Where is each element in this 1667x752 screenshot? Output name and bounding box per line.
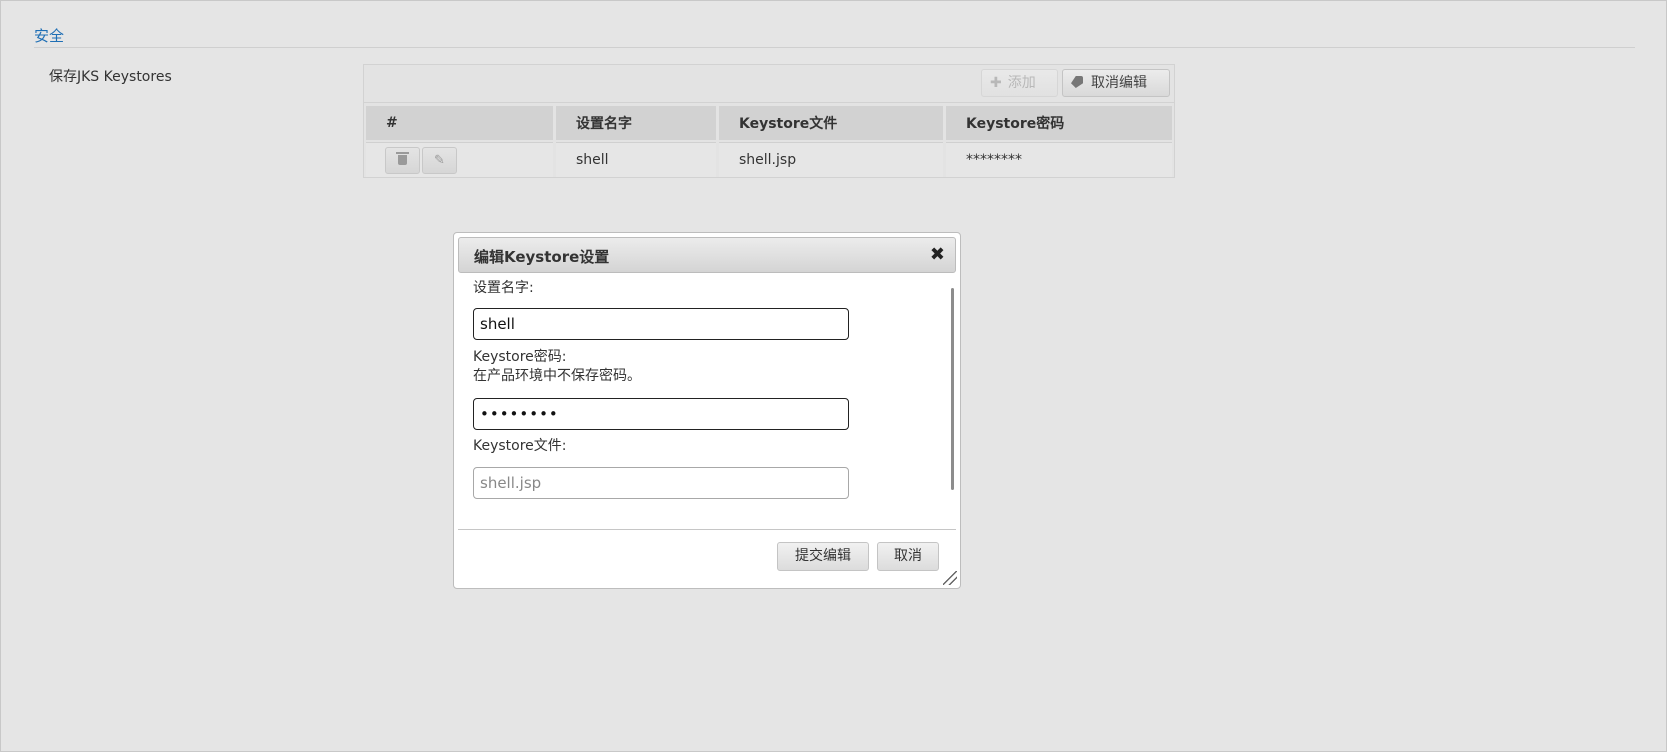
dialog-title: 编辑Keystore设置 <box>474 248 610 266</box>
submit-edit-button[interactable]: 提交编辑 <box>777 542 869 571</box>
table-toolbar: ✚ 添加 取消编辑 <box>364 65 1174 103</box>
password-input[interactable]: •••••••• <box>473 398 849 430</box>
pencil-icon: ✎ <box>434 152 445 168</box>
file-label: Keystore文件: <box>473 438 567 454</box>
keystores-label: 保存JKS Keystores <box>49 69 172 85</box>
trash-icon <box>396 152 409 165</box>
column-header-password[interactable]: Keystore密码 <box>946 106 1172 140</box>
name-label: 设置名字: <box>473 280 534 296</box>
dialog-footer: 提交编辑 取消 <box>458 529 956 585</box>
section-header: 安全 <box>34 26 1635 48</box>
section-title: 安全 <box>34 27 65 45</box>
cell-password: ******** <box>946 142 1172 177</box>
edit-keystore-dialog: 编辑Keystore设置 ✖ 设置名字: shell Keystore密码: 在… <box>453 232 961 589</box>
dialog-content: 设置名字: shell Keystore密码: 在产品环境中不保存密码。 •••… <box>454 275 960 523</box>
file-input[interactable]: shell.jsp <box>473 467 849 499</box>
add-button-label: 添加 <box>1007 75 1036 91</box>
cell-name: shell <box>556 142 716 177</box>
password-hint: 在产品环境中不保存密码。 <box>473 368 641 384</box>
column-header-index[interactable]: # <box>366 106 553 140</box>
column-header-name[interactable]: 设置名字 <box>556 106 716 140</box>
close-icon[interactable]: ✖ <box>930 244 945 266</box>
keystores-table: ✚ 添加 取消编辑 # 设置名字 Keystore文件 Keystore密码 ✎ … <box>363 64 1175 178</box>
dialog-titlebar[interactable]: 编辑Keystore设置 ✖ <box>458 237 956 273</box>
edit-row-button[interactable]: ✎ <box>422 146 457 174</box>
resize-grip-icon[interactable] <box>943 571 957 585</box>
cancel-button[interactable]: 取消 <box>877 542 939 571</box>
password-label: Keystore密码: <box>473 349 567 365</box>
plus-icon: ✚ <box>990 75 1002 91</box>
cancel-edit-button-label: 取消编辑 <box>1091 75 1147 91</box>
add-button[interactable]: ✚ 添加 <box>981 69 1058 97</box>
name-input[interactable]: shell <box>473 308 849 340</box>
column-header-file[interactable]: Keystore文件 <box>719 106 943 140</box>
cell-file: shell.jsp <box>719 142 943 177</box>
tag-icon <box>1071 76 1083 88</box>
cancel-edit-button[interactable]: 取消编辑 <box>1062 69 1170 97</box>
dialog-scrollbar[interactable] <box>951 288 954 490</box>
row-actions: ✎ <box>366 142 553 177</box>
table-row[interactable]: ✎ shell shell.jsp ******** <box>366 142 1172 177</box>
table-header: # 设置名字 Keystore文件 Keystore密码 <box>366 106 1172 140</box>
delete-row-button[interactable] <box>385 146 420 174</box>
